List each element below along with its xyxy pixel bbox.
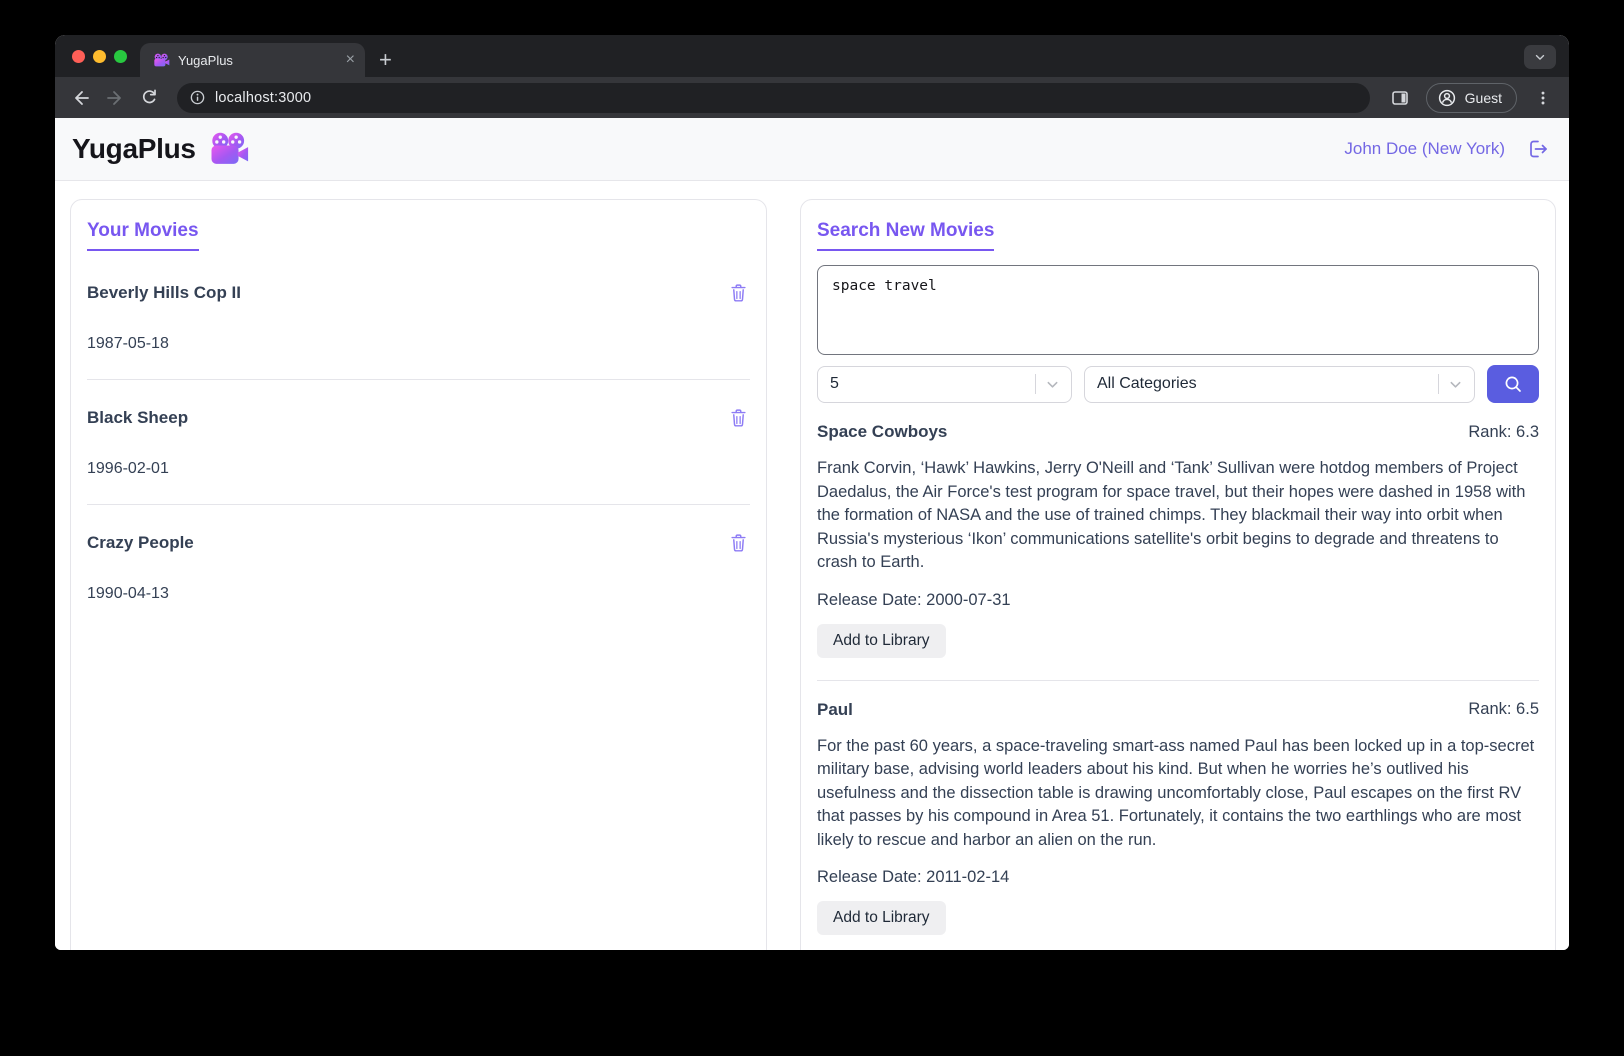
tab-strip: YugaPlus × + [55, 35, 1569, 77]
movie-camera-logo-icon [208, 132, 250, 167]
your-movies-panel: Your Movies Beverly Hills Cop II 1987-05… [70, 199, 767, 950]
window-controls [72, 50, 127, 63]
result-rank: Rank: 6.3 [1468, 422, 1539, 441]
movie-release-date: 1990-04-13 [87, 585, 169, 602]
tab-title: YugaPlus [178, 52, 233, 68]
address-bar[interactable]: localhost:3000 [177, 82, 1370, 113]
result-description: Frank Corvin, ‘Hawk’ Hawkins, Jerry O'Ne… [817, 459, 1526, 571]
trash-icon [731, 534, 746, 552]
your-movies-list: Beverly Hills Cop II 1987-05-18 Black Sh… [87, 255, 750, 603]
browser-menu-icon[interactable] [1529, 84, 1557, 112]
add-to-library-button[interactable]: Add to Library [817, 623, 946, 658]
chevron-down-icon [1047, 381, 1058, 388]
minimize-window-button[interactable] [93, 50, 106, 63]
select-divider [1035, 374, 1036, 394]
your-movies-title: Your Movies [87, 220, 199, 251]
add-to-library-button[interactable]: Add to Library [817, 901, 946, 935]
movie-release-date: 1996-02-01 [87, 460, 169, 477]
delete-movie-button[interactable] [727, 281, 750, 305]
user-name: John Doe (New York) [1344, 139, 1505, 158]
app-header: YugaPlus John Doe (New York) [55, 118, 1569, 181]
tab-favicon-movie-camera-icon [153, 53, 170, 68]
trash-icon [731, 284, 746, 302]
search-result-item: Paul Rank: 6.5 For the past 60 years, a … [817, 699, 1539, 935]
reload-button[interactable] [135, 84, 163, 112]
profile-label: Guest [1464, 89, 1502, 106]
chevron-down-icon [1450, 381, 1461, 388]
search-results-list: Space Cowboys Rank: 6.3 Frank Corvin, ‘H… [817, 422, 1539, 935]
main-content: Your Movies Beverly Hills Cop II 1987-05… [55, 181, 1569, 950]
result-description: For the past 60 years, a space-traveling… [817, 736, 1535, 849]
tab-list-chevron-button[interactable] [1524, 45, 1556, 69]
result-rank: Rank: 6.5 [1468, 700, 1539, 718]
back-button[interactable] [67, 84, 95, 112]
delete-movie-button[interactable] [727, 531, 750, 555]
app-title: YugaPlus [72, 133, 196, 164]
result-movie-title: Space Cowboys [817, 422, 948, 441]
result-release-date: Release Date: 2000-07-31 [817, 590, 1011, 609]
tab-close-icon[interactable]: × [346, 52, 355, 68]
close-window-button[interactable] [72, 50, 85, 63]
forward-button[interactable] [101, 84, 129, 112]
library-movie-item: Black Sheep 1996-02-01 [87, 380, 750, 505]
movie-title: Crazy People [87, 533, 194, 552]
result-movie-title: Paul [817, 699, 853, 719]
site-info-icon[interactable] [189, 89, 206, 106]
search-result-item: Space Cowboys Rank: 6.3 Frank Corvin, ‘H… [817, 422, 1539, 681]
delete-movie-button[interactable] [727, 406, 750, 430]
movie-title: Black Sheep [87, 408, 189, 427]
movie-release-date: 1987-05-18 [87, 335, 169, 352]
page-viewport: YugaPlus John Doe (New York) Your Movies… [55, 118, 1569, 950]
search-title: Search New Movies [817, 220, 995, 251]
category-select[interactable]: All Categories [1084, 365, 1475, 403]
search-query-input[interactable]: space travel [817, 265, 1539, 355]
divider [817, 679, 1539, 681]
fullscreen-window-button[interactable] [114, 50, 127, 63]
url-text[interactable]: localhost:3000 [215, 90, 311, 106]
browser-window: YugaPlus × + localhost:3000 Guest YugaPl… [55, 35, 1569, 950]
profile-button[interactable]: Guest [1425, 82, 1517, 113]
max-results-select[interactable]: 5 [817, 365, 1072, 403]
result-release-date: Release Date: 2011-02-14 [817, 868, 1010, 886]
library-movie-item: Crazy People 1990-04-13 [87, 505, 750, 603]
search-controls: 5 All Categories [817, 365, 1539, 403]
movie-title: Beverly Hills Cop II [87, 283, 241, 302]
select-divider [1438, 374, 1439, 394]
new-tab-button[interactable]: + [379, 49, 392, 71]
logout-icon[interactable] [1525, 137, 1549, 161]
max-results-value: 5 [830, 375, 839, 392]
search-panel: Search New Movies space travel 5 All Cat… [800, 199, 1556, 950]
library-movie-item: Beverly Hills Cop II 1987-05-18 [87, 255, 750, 380]
search-icon [1505, 376, 1521, 392]
browser-tab-yugaplus[interactable]: YugaPlus × [140, 43, 365, 77]
category-value: All Categories [1097, 375, 1197, 392]
side-panel-icon[interactable] [1386, 84, 1414, 112]
browser-toolbar: localhost:3000 Guest [55, 77, 1569, 118]
search-button[interactable] [1487, 365, 1539, 403]
trash-icon [731, 409, 746, 427]
